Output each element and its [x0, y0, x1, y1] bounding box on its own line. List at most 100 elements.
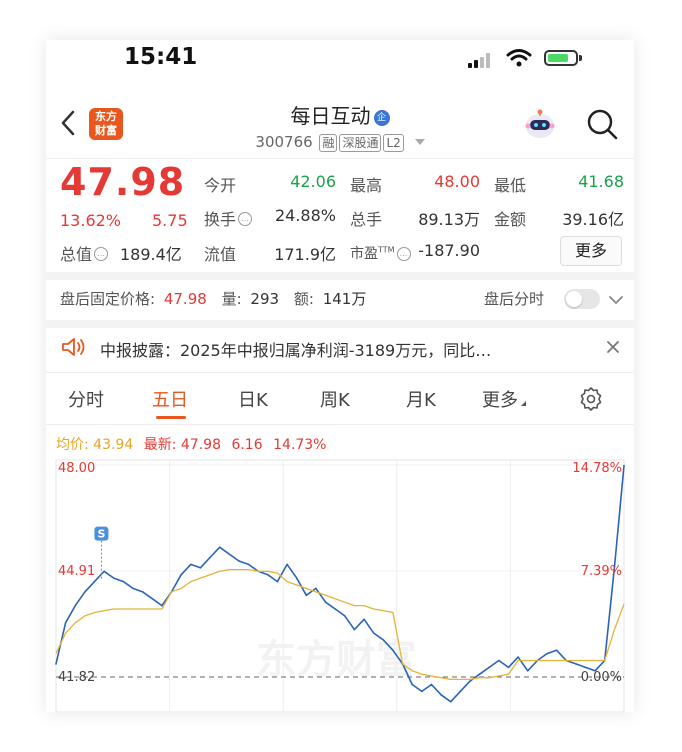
price-point	[295, 577, 298, 579]
after-hours-volume: 293	[250, 290, 280, 308]
price-point	[334, 608, 336, 610]
low-label: 最低	[494, 176, 527, 195]
close-icon[interactable]	[604, 338, 622, 360]
price-point	[305, 594, 308, 597]
after-hours-bar: 盘后固定价格: 47.98 量: 293 额: 141万	[60, 288, 366, 309]
latest-value: 47.98	[180, 437, 221, 453]
price-point	[189, 563, 192, 566]
high-value: 48.00	[434, 172, 480, 191]
y-axis-label-right: 0.00%	[581, 670, 622, 685]
price-point	[449, 700, 452, 703]
price-point	[64, 621, 67, 624]
price-point	[584, 666, 587, 669]
price-point	[363, 618, 365, 621]
tab-weekly-k[interactable]: 周K	[320, 386, 350, 412]
search-icon[interactable]	[584, 106, 620, 146]
price-point	[218, 546, 221, 549]
tag-l2: L2	[383, 134, 404, 152]
total-value-label: 总值…	[60, 241, 110, 265]
tab-more[interactable]: 更多	[482, 386, 526, 412]
y-axis-label-left: 41.82	[58, 670, 95, 685]
tab-monthly-k[interactable]: 月K	[406, 386, 436, 412]
after-hours-volume-label: 量:	[221, 290, 242, 308]
after-hours-amount-label: 额:	[293, 290, 314, 308]
latest-label: 最新:	[143, 437, 177, 453]
low-value: 41.68	[578, 172, 624, 191]
chevron-down-icon[interactable]	[608, 292, 624, 311]
price-point	[228, 553, 231, 555]
current-price: 47.98	[60, 160, 186, 204]
price-point	[103, 570, 105, 573]
chart-legend: 均价: 43.94 最新: 47.98 6.16 14.73%	[56, 434, 326, 454]
turnover-label: 换手…	[204, 206, 253, 230]
price-point	[478, 673, 481, 676]
amount-value: 39.16亿	[562, 210, 624, 229]
price-point	[276, 580, 279, 583]
y-axis-label-left: 44.91	[58, 564, 95, 579]
price-point	[440, 694, 442, 696]
price-point	[315, 587, 317, 590]
price-point	[247, 563, 250, 566]
price-point	[324, 601, 327, 603]
price-point	[430, 683, 433, 686]
price-point	[507, 666, 510, 669]
y-axis-label-right: 14.78%	[572, 461, 622, 476]
enterprise-badge: 企	[373, 110, 390, 126]
latest-change: 6.16	[231, 437, 263, 453]
float-value-label: 流值	[204, 245, 237, 264]
y-axis-label-left: 48.00	[58, 461, 95, 476]
wifi-icon	[506, 48, 532, 72]
turnover-value: 24.88%	[274, 206, 336, 225]
price-point	[372, 632, 375, 634]
price-point	[84, 591, 86, 593]
price-point	[132, 587, 134, 590]
info-icon[interactable]: …	[238, 212, 253, 226]
tab-fenshi[interactable]: 分时	[68, 386, 104, 412]
change-amount: 5.75	[152, 211, 188, 230]
price-point	[344, 615, 346, 617]
price-point	[180, 573, 182, 576]
price-point	[469, 680, 471, 682]
after-hours-toggle[interactable]	[564, 289, 600, 309]
phone-screen: 15:41 东方 财富 每日互动企 300766 融深股通 L2 47.98 1…	[46, 40, 634, 712]
avg-label: 均价:	[56, 437, 89, 453]
tab-daily-k[interactable]: 日K	[238, 386, 268, 412]
battery-icon	[544, 50, 578, 66]
after-hours-amount: 141万	[322, 290, 367, 308]
stock-name: 每日互动	[290, 104, 371, 128]
price-point	[353, 628, 356, 631]
five-day-chart[interactable]: 东方财富 S 48.00 44.91 41.82 14.78% 7.39% 0.00%	[46, 458, 634, 712]
price-point	[382, 639, 385, 641]
robot-assistant-icon[interactable]	[522, 106, 558, 146]
chevron-down-icon	[414, 139, 425, 145]
price-point	[161, 604, 163, 607]
price-point	[93, 580, 96, 583]
tab-five-day[interactable]: 五日	[152, 386, 188, 412]
speaker-icon	[60, 336, 86, 362]
after-hours-price-label: 盘后固定价格:	[60, 290, 156, 308]
change-pct: 13.62%	[60, 211, 122, 230]
pe-value: -187.90	[418, 241, 480, 260]
signal-icon	[468, 52, 494, 68]
stock-code: 300766	[255, 133, 313, 151]
tag-margin: 融	[319, 134, 338, 152]
notice-text[interactable]: 中报披露：2025年中报归属净利润-3189万元，同比…	[100, 337, 580, 361]
price-point	[74, 604, 77, 607]
total-value: 189.4亿	[120, 245, 182, 264]
price-point	[498, 659, 500, 662]
volume-value: 89.13万	[418, 210, 480, 229]
gear-icon[interactable]	[578, 386, 604, 416]
tag-connect: 深股通	[339, 134, 382, 152]
more-button[interactable]: 更多	[560, 236, 622, 266]
price-point	[421, 690, 423, 693]
corner-triangle-icon	[521, 401, 526, 406]
high-label: 最高	[350, 176, 383, 195]
avg-value: 43.94	[93, 437, 134, 453]
info-icon[interactable]: …	[396, 247, 411, 261]
amount-label: 金额	[494, 210, 527, 229]
info-icon[interactable]: …	[94, 247, 109, 261]
price-point	[575, 663, 577, 665]
price-point	[488, 666, 491, 669]
signal-marker-label: S	[97, 528, 105, 541]
price-point	[517, 656, 519, 658]
